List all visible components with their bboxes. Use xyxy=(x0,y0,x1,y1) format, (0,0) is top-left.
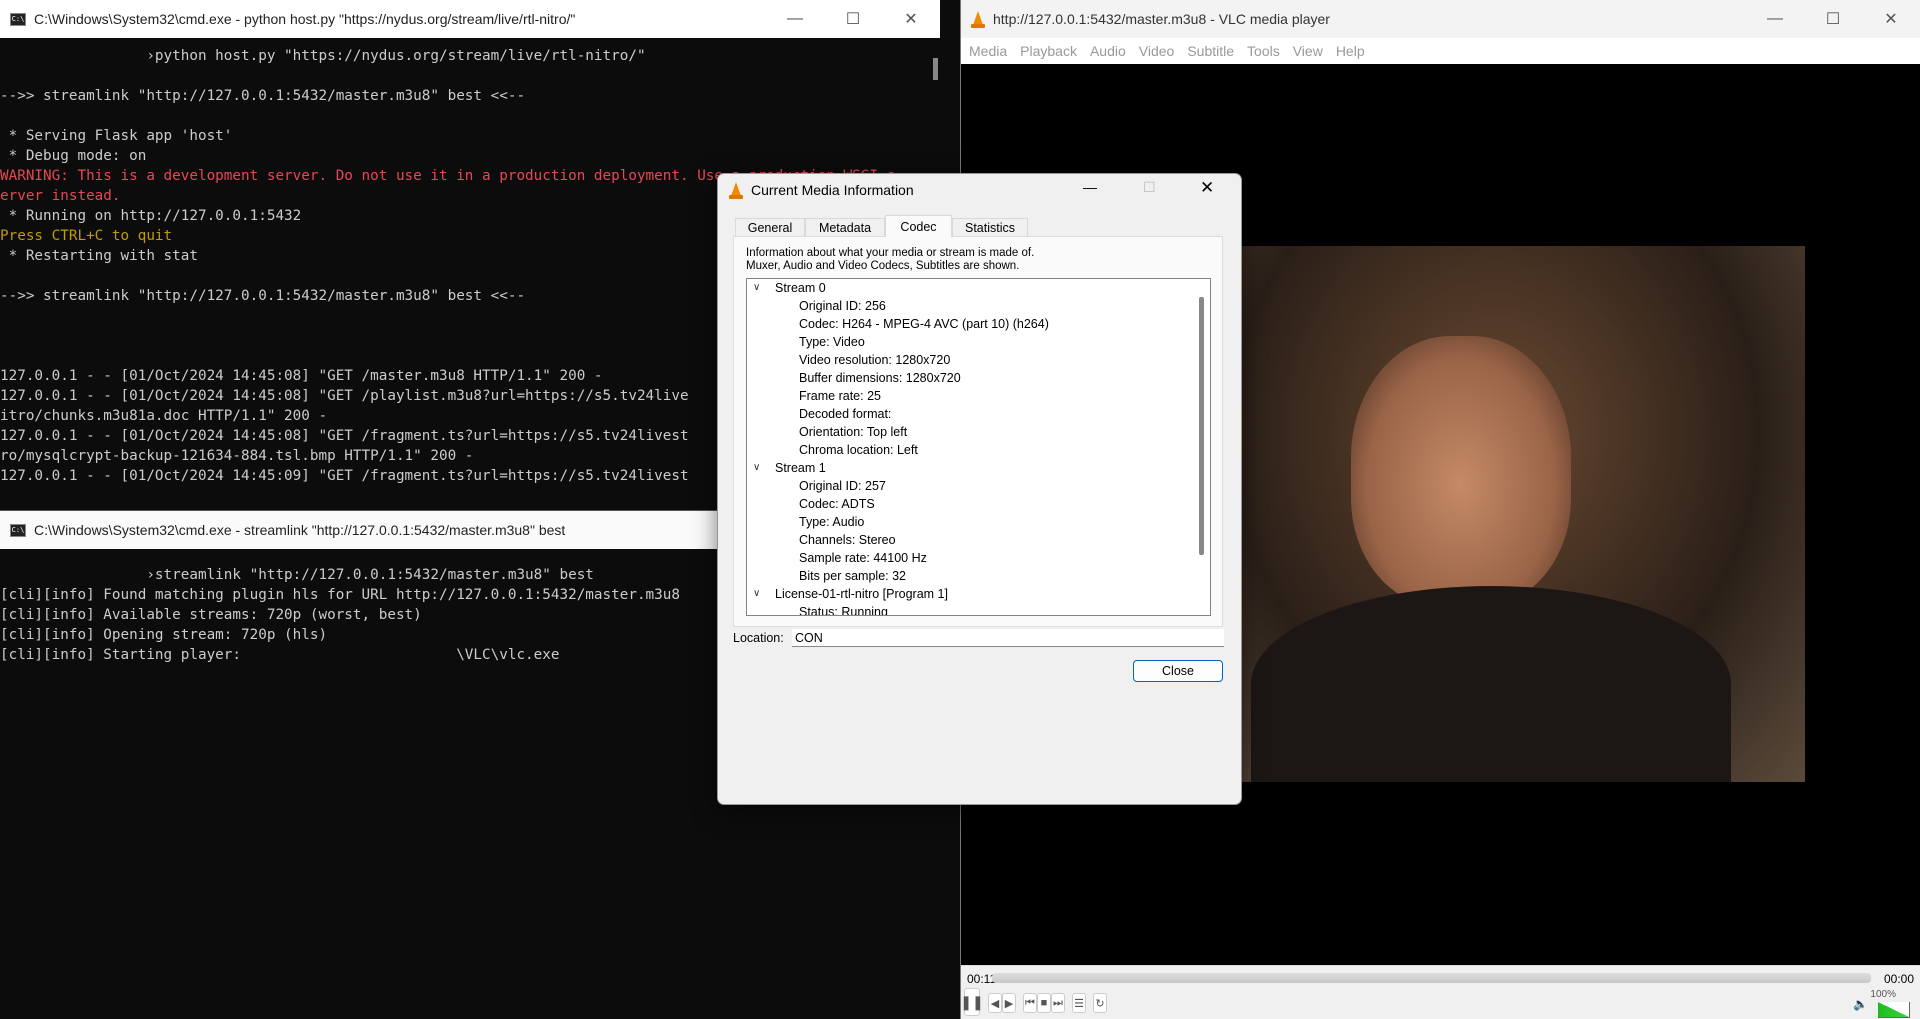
info-text: Information about what your media or str… xyxy=(746,247,1034,273)
menu-item-tools[interactable]: Tools xyxy=(1247,43,1280,59)
slower-button[interactable]: ◀ xyxy=(988,993,1002,1013)
cmd-icon: C:\ xyxy=(10,523,26,537)
tree-node[interactable]: ∨ License-01-rtl-nitro [Program 1] xyxy=(747,585,1210,603)
tree-node[interactable]: ∨ Stream 1 xyxy=(747,459,1210,477)
extended-settings-button[interactable]: ☰ xyxy=(1072,993,1086,1013)
minimize-button[interactable]: — xyxy=(766,0,824,38)
pause-button[interactable]: ❚❚ xyxy=(961,988,984,1016)
video-frame xyxy=(1241,246,1805,782)
vlc-icon xyxy=(971,10,985,28)
tree-item: Type: Video xyxy=(799,335,865,349)
tree-item: Decoded format: xyxy=(799,407,892,421)
menu-item-video[interactable]: Video xyxy=(1139,43,1175,59)
minimize-button[interactable]: — xyxy=(1746,0,1804,38)
stop-button[interactable]: ■ xyxy=(1037,993,1051,1013)
info-line: Muxer, Audio and Video Codecs, Subtitles… xyxy=(746,260,1020,272)
tab-codec[interactable]: Codec xyxy=(885,215,952,237)
menu-item-subtitle[interactable]: Subtitle xyxy=(1187,43,1234,59)
scrollbar[interactable] xyxy=(933,58,938,80)
dialog-title-bar: Current Media Information — ☐ ✕ xyxy=(718,174,1241,206)
location-value: CON xyxy=(795,631,823,645)
menu-item-playback[interactable]: Playback xyxy=(1020,43,1077,59)
location-field[interactable]: CON xyxy=(792,629,1224,647)
minimize-button[interactable]: — xyxy=(1083,179,1097,195)
faster-button[interactable]: ▶ xyxy=(1002,993,1016,1013)
tab-general[interactable]: General xyxy=(735,218,805,236)
tab-label: Statistics xyxy=(964,220,1015,235)
maximize-button[interactable]: ☐ xyxy=(1804,0,1862,38)
close-label: Close xyxy=(1162,664,1194,678)
loop-button[interactable]: ↻ xyxy=(1093,993,1107,1013)
tab-statistics[interactable]: Statistics xyxy=(952,218,1028,236)
codec-panel: Information about what your media or str… xyxy=(733,236,1223,627)
tree-item: Original ID: 256 xyxy=(799,299,886,313)
tab-label: Metadata xyxy=(818,220,872,235)
tree-item: Sample rate: 44100 Hz xyxy=(799,551,927,565)
tree-item: Frame rate: 25 xyxy=(799,389,881,403)
terminal-line: ›python host.py "https://nydus.org/strea… xyxy=(0,48,646,64)
menu-item-audio[interactable]: Audio xyxy=(1090,43,1126,59)
close-button[interactable]: ✕ xyxy=(1862,0,1920,38)
chevron-down-icon[interactable]: ∨ xyxy=(753,459,760,477)
tree-item: Video resolution: 1280x720 xyxy=(799,353,951,367)
tree-item: Bits per sample: 32 xyxy=(799,569,906,583)
tree-node-label: Stream 0 xyxy=(775,281,826,295)
volume-label: 100% xyxy=(1870,989,1896,1000)
tree-node[interactable]: ∨ Stream 0 xyxy=(747,279,1210,297)
volume-slider[interactable] xyxy=(1878,1002,1910,1018)
location-label: Location: xyxy=(733,631,784,645)
tree-item: Original ID: 257 xyxy=(799,479,886,493)
remaining-time: 00:00 xyxy=(1883,972,1914,986)
tree-item: Channels: Stereo xyxy=(799,533,896,547)
chevron-down-icon[interactable]: ∨ xyxy=(753,585,760,603)
next-button[interactable]: ⏭ xyxy=(1051,993,1065,1013)
maximize-button: ☐ xyxy=(1143,179,1156,195)
codec-tree[interactable]: ∨ Stream 0 Original ID: 256 Codec: H264 - M… xyxy=(746,278,1211,616)
previous-button[interactable]: ⏮ xyxy=(1023,993,1037,1013)
title-bar: C:\ C:\Windows\System32\cmd.exe - python… xyxy=(0,0,940,38)
vlc-icon xyxy=(729,181,743,199)
info-line: Information about what your media or str… xyxy=(746,247,1035,259)
tree-scrollbar[interactable] xyxy=(1199,297,1204,555)
tab-label: Codec xyxy=(900,219,937,234)
tree-item: Status: Running xyxy=(799,605,888,616)
close-button[interactable]: ✕ xyxy=(1200,178,1214,198)
chevron-down-icon[interactable]: ∨ xyxy=(753,279,760,297)
tree-node-label: License-01-rtl-nitro [Program 1] xyxy=(775,587,948,601)
media-information-dialog: Current Media Information — ☐ ✕ General … xyxy=(717,173,1242,805)
window-title: http://127.0.0.1:5432/master.m3u8 - VLC … xyxy=(993,11,1330,27)
terminal-line: * Serving Flask app 'host' xyxy=(0,128,233,144)
tree-item: Chroma location: Left xyxy=(799,443,918,457)
tree-item: Type: Audio xyxy=(799,515,865,529)
menu-bar: Media Playback Audio Video Subtitle Tools View… xyxy=(961,38,1920,64)
terminal-line: * Debug mode: on xyxy=(0,148,147,164)
close-button[interactable]: ✕ xyxy=(882,0,940,38)
speaker-icon[interactable]: 🔈 xyxy=(1853,997,1868,1011)
window-title: C:\Windows\System32\cmd.exe - python hos… xyxy=(34,11,576,27)
tree-node-label: Stream 1 xyxy=(775,461,826,475)
tree-item: Buffer dimensions: 1280x720 xyxy=(799,371,961,385)
title-bar: http://127.0.0.1:5432/master.m3u8 - VLC … xyxy=(961,0,1920,38)
tree-item: Orientation: Top left xyxy=(799,425,908,439)
menu-item-media[interactable]: Media xyxy=(969,43,1007,59)
tree-item: Codec: ADTS xyxy=(799,497,875,511)
cmd-icon: C:\ xyxy=(10,12,26,26)
video-jacket xyxy=(1251,586,1731,782)
playback-controls: 00:11 00:00 ❚❚ ◀ ▶ ⏮ ■ ⏭ ☰ ↻ 🔈 100% xyxy=(961,965,1920,1019)
maximize-button[interactable]: ☐ xyxy=(824,0,882,38)
window-title: C:\Windows\System32\cmd.exe - streamlink… xyxy=(34,522,566,538)
tab-label: General xyxy=(747,220,793,235)
video-person xyxy=(1351,336,1571,606)
seek-bar[interactable] xyxy=(992,973,1871,983)
terminal-line: -->> streamlink "http://127.0.0.1:5432/m… xyxy=(0,88,526,104)
dialog-title: Current Media Information xyxy=(751,182,914,198)
close-dialog-button[interactable]: Close xyxy=(1133,660,1223,682)
tab-metadata[interactable]: Metadata xyxy=(805,218,885,236)
menu-item-help[interactable]: Help xyxy=(1336,43,1365,59)
menu-item-view[interactable]: View xyxy=(1293,43,1323,59)
tree-item: Codec: H264 - MPEG-4 AVC (part 10) (h264… xyxy=(799,317,1049,331)
